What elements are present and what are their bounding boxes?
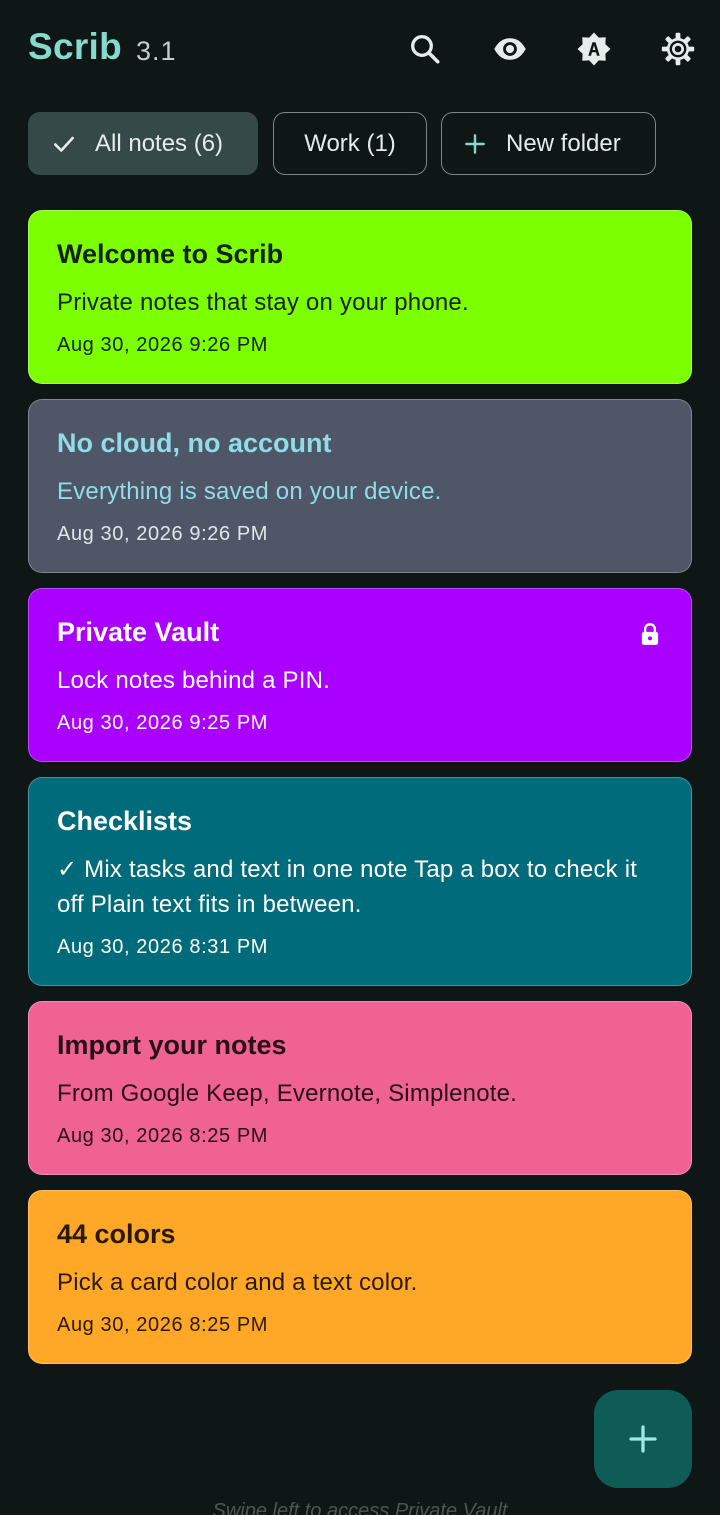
app-title: Scrib bbox=[28, 26, 123, 67]
top-app-bar: Scrib 3.1 bbox=[0, 0, 720, 100]
theme-button[interactable] bbox=[569, 24, 619, 74]
note-card[interactable]: Private Vault Lock notes behind a PIN. A… bbox=[28, 588, 692, 762]
note-body: ✓ Mix tasks and text in one note Tap a b… bbox=[57, 856, 638, 918]
chip-work[interactable]: Work (1) bbox=[273, 112, 427, 175]
note-title: Import your notes bbox=[57, 1030, 287, 1060]
new-folder-button[interactable]: New folder bbox=[441, 112, 656, 175]
add-note-button[interactable] bbox=[594, 1390, 692, 1488]
note-card[interactable]: No cloud, no account Everything is saved… bbox=[28, 399, 692, 573]
brightness-auto-icon bbox=[577, 32, 611, 66]
note-card[interactable]: Import your notes From Google Keep, Ever… bbox=[28, 1001, 692, 1175]
footer-hint: Swipe left to access Private Vault bbox=[212, 1500, 508, 1515]
preview-button[interactable] bbox=[485, 24, 535, 74]
note-title: No cloud, no account bbox=[57, 428, 332, 458]
note-date: Aug 30, 2026 8:25 PM bbox=[57, 1314, 269, 1336]
chip-all-notes[interactable]: All notes (6) bbox=[28, 112, 258, 175]
search-button[interactable] bbox=[400, 24, 450, 74]
note-date: Aug 30, 2026 8:31 PM bbox=[57, 936, 269, 958]
note-body: Lock notes behind a PIN. bbox=[57, 667, 330, 694]
plus-icon bbox=[462, 131, 488, 157]
note-title: 44 colors bbox=[57, 1219, 176, 1249]
note-body: From Google Keep, Evernote, Simplenote. bbox=[57, 1080, 518, 1107]
note-date: Aug 30, 2026 8:25 PM bbox=[57, 1125, 269, 1147]
note-date: Aug 30, 2026 9:26 PM bbox=[57, 334, 269, 356]
chip-label: New folder bbox=[506, 129, 621, 157]
note-card[interactable]: Checklists ✓ Mix tasks and text in one n… bbox=[28, 777, 692, 986]
note-date: Aug 30, 2026 9:26 PM bbox=[57, 523, 269, 545]
note-body: Pick a card color and a text color. bbox=[57, 1269, 418, 1296]
gear-icon bbox=[661, 32, 695, 66]
check-icon bbox=[51, 131, 77, 157]
note-card[interactable]: Welcome to Scrib Private notes that stay… bbox=[28, 210, 692, 384]
note-card[interactable]: 44 colors Pick a card color and a text c… bbox=[28, 1190, 692, 1364]
notes-app: Scrib 3.1 All notes (6) Work (1) New fol… bbox=[0, 0, 720, 1515]
note-body: Everything is saved on your device. bbox=[57, 478, 442, 505]
note-title: Checklists bbox=[57, 806, 193, 836]
note-body: Private notes that stay on your phone. bbox=[57, 289, 469, 316]
search-icon bbox=[411, 35, 440, 64]
settings-button[interactable] bbox=[653, 24, 703, 74]
app-version: 3.1 bbox=[136, 36, 177, 66]
plus-icon bbox=[629, 1425, 657, 1453]
chip-label: Work (1) bbox=[304, 129, 396, 157]
note-date: Aug 30, 2026 9:25 PM bbox=[57, 712, 269, 734]
note-title: Private Vault bbox=[57, 617, 220, 647]
lock-icon bbox=[637, 621, 663, 647]
note-title: Welcome to Scrib bbox=[57, 239, 284, 269]
chip-label: All notes (6) bbox=[95, 129, 224, 157]
eye-icon bbox=[494, 38, 526, 60]
